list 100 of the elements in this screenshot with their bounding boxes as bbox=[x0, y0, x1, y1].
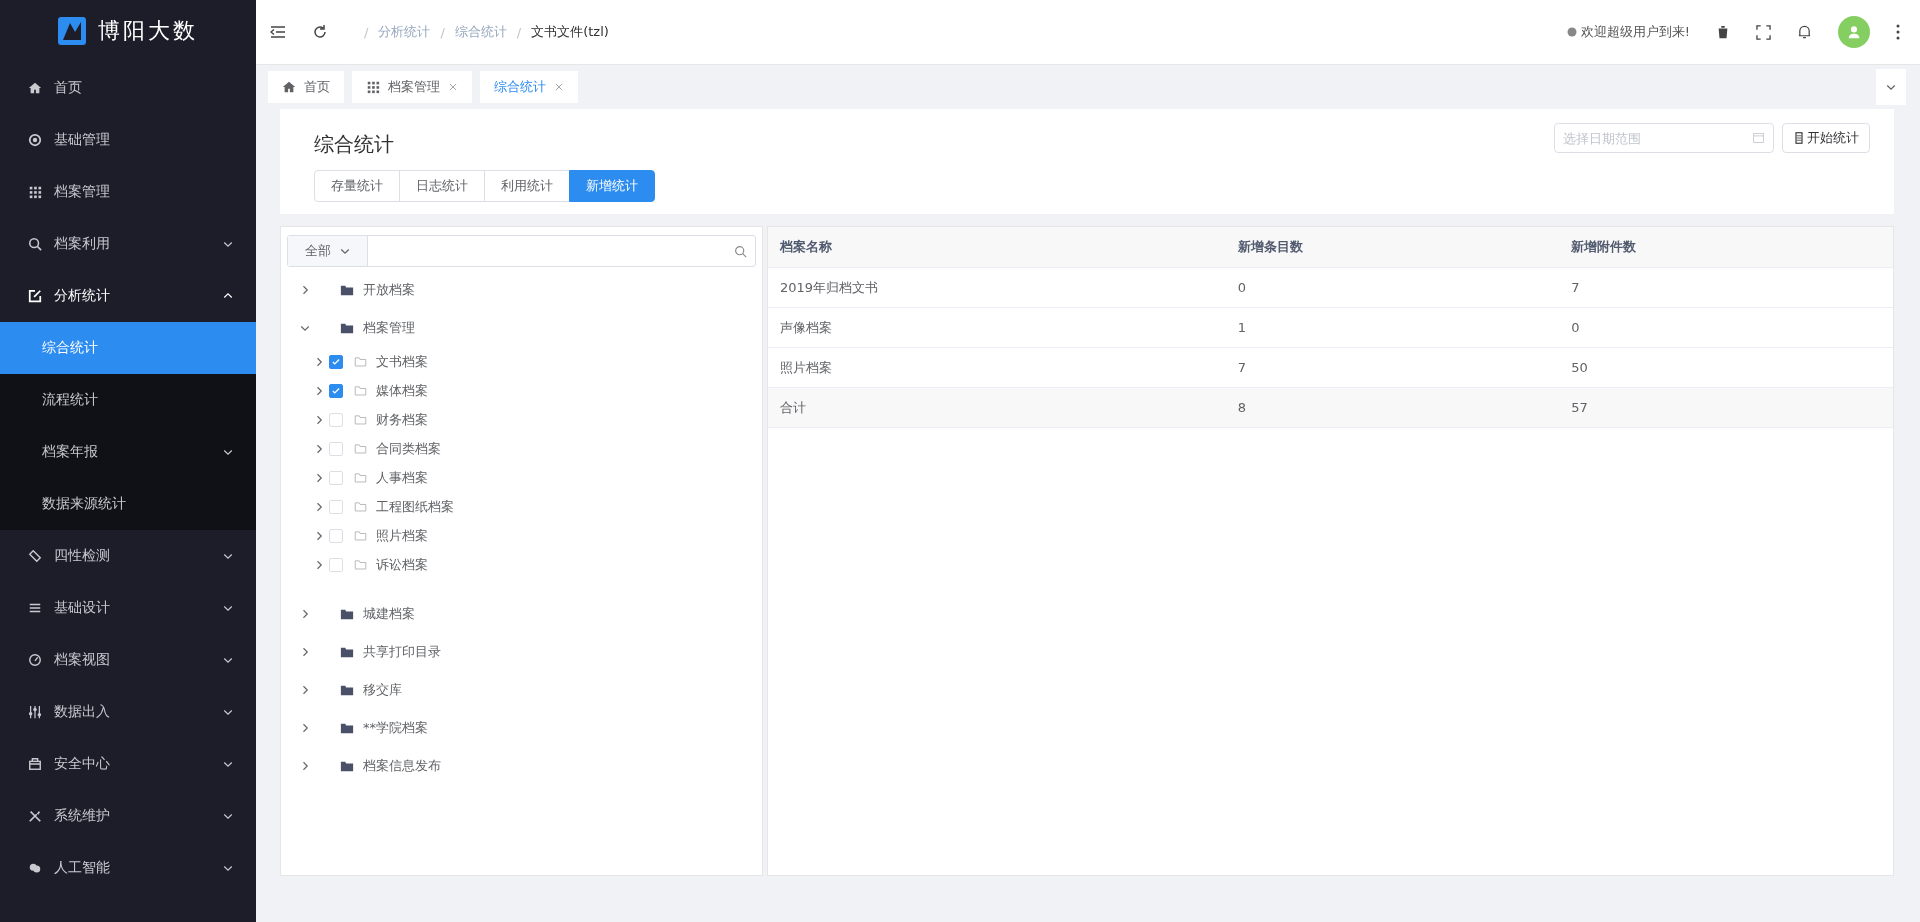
column-header: 档案名称 bbox=[768, 227, 1226, 268]
menu-icon bbox=[270, 24, 286, 40]
date-range-field[interactable]: 选择日期范围 bbox=[1554, 123, 1774, 153]
start-button[interactable]: 开始统计 bbox=[1782, 123, 1870, 153]
checkbox[interactable] bbox=[329, 354, 343, 369]
tree-node[interactable]: 照片档案 bbox=[287, 521, 756, 550]
folder-icon bbox=[353, 355, 368, 368]
logo-icon bbox=[58, 17, 86, 45]
blob-icon bbox=[28, 861, 42, 875]
trash-icon bbox=[1716, 24, 1730, 40]
status-dot-icon bbox=[1566, 27, 1577, 37]
tree-node[interactable]: 移交库 bbox=[287, 671, 756, 709]
sidebar-item[interactable]: 基础管理 bbox=[0, 114, 256, 166]
total-cell: 合计 bbox=[768, 387, 1226, 428]
sidebar-item[interactable]: 数据出入 bbox=[0, 686, 256, 738]
table-cell: 50 bbox=[1559, 347, 1893, 388]
tree-node[interactable]: 档案信息发布 bbox=[287, 747, 756, 785]
tree-node[interactable]: 工程图纸档案 bbox=[287, 492, 756, 521]
folder-icon bbox=[339, 607, 355, 621]
folder-icon bbox=[353, 384, 368, 397]
calendar-icon bbox=[1752, 131, 1765, 144]
folder-icon bbox=[339, 321, 355, 335]
breadcrumb[interactable]: 文书文件(tzl) bbox=[531, 23, 609, 41]
welcome-text: 欢迎超级用户到来! bbox=[1580, 23, 1690, 41]
home-icon bbox=[282, 80, 296, 94]
sidebar-item[interactable]: 综合统计 bbox=[0, 322, 256, 374]
total-cell: 8 bbox=[1225, 387, 1560, 428]
stat-tab[interactable]: 存量统计 bbox=[314, 170, 400, 202]
fullscreen-icon bbox=[1756, 24, 1771, 40]
sidebar-item[interactable]: 数据来源统计 bbox=[0, 478, 256, 530]
sliders-icon bbox=[28, 705, 42, 719]
folder-icon bbox=[339, 759, 355, 773]
breadcrumb-separator: / bbox=[364, 24, 369, 40]
sidebar-item[interactable]: 档案视图 bbox=[0, 634, 256, 686]
page-tab[interactable]: 首页 bbox=[268, 71, 344, 103]
stat-tab[interactable]: 日志统计 bbox=[399, 170, 485, 202]
sidebar-item[interactable]: 安全中心 bbox=[0, 738, 256, 790]
checkbox[interactable] bbox=[329, 383, 343, 398]
edit-icon bbox=[28, 289, 42, 303]
menu-fold-icon[interactable] bbox=[270, 24, 286, 40]
grid-icon bbox=[366, 80, 380, 94]
sidebar-item[interactable]: 档案年报 bbox=[0, 426, 256, 478]
page-tab[interactable]: 档案管理 bbox=[352, 71, 472, 103]
calculator-icon bbox=[1793, 131, 1805, 145]
tree-node[interactable]: 财务档案 bbox=[287, 405, 756, 434]
table-cell: 0 bbox=[1225, 267, 1560, 308]
search-icon bbox=[28, 237, 42, 251]
stat-tab[interactable]: 利用统计 bbox=[484, 170, 570, 202]
close-icon bbox=[448, 82, 458, 92]
sidebar-item[interactable]: 流程统计 bbox=[0, 374, 256, 426]
sidebar-item[interactable]: 系统维护 bbox=[0, 790, 256, 842]
close-icon bbox=[554, 82, 564, 92]
sidebar-item[interactable]: 分析统计 bbox=[0, 270, 256, 322]
breadcrumb-separator: / bbox=[516, 24, 522, 40]
aperture-icon bbox=[28, 133, 42, 147]
tree-node[interactable]: 人事档案 bbox=[287, 463, 756, 492]
brand-name: 博阳大数 bbox=[98, 17, 198, 45]
person-icon bbox=[1847, 25, 1861, 39]
tree-node[interactable]: **学院档案 bbox=[287, 709, 756, 747]
table-cell: 2019年归档文书 bbox=[768, 267, 1226, 308]
more-icon bbox=[1896, 24, 1900, 40]
folder-icon bbox=[339, 721, 355, 735]
table-cell: 7 bbox=[1225, 347, 1560, 388]
table-cell: 7 bbox=[1559, 267, 1893, 308]
check-icon bbox=[331, 356, 341, 367]
tree-node[interactable]: 合同类档案 bbox=[287, 434, 756, 463]
column-header: 新增附件数 bbox=[1559, 227, 1893, 268]
stat-tab[interactable]: 新增统计 bbox=[569, 170, 655, 202]
tree-node[interactable]: 城建档案 bbox=[287, 595, 756, 633]
folder-icon bbox=[353, 558, 368, 571]
sidebar-item[interactable]: 档案利用 bbox=[0, 218, 256, 270]
tree-node[interactable]: 共享打印目录 bbox=[287, 633, 756, 671]
tree-node[interactable]: 档案管理 bbox=[287, 309, 756, 347]
check-icon bbox=[331, 385, 341, 396]
sidebar-item[interactable]: 四性检测 bbox=[0, 530, 256, 582]
tree-node[interactable]: 开放档案 bbox=[287, 271, 756, 309]
page-title: 综合统计 bbox=[314, 131, 395, 158]
tree-node[interactable]: 媒体档案 bbox=[287, 376, 756, 405]
grid-icon bbox=[28, 185, 42, 199]
tabs-dropdown-button[interactable] bbox=[1876, 69, 1906, 105]
folder-icon bbox=[339, 645, 355, 659]
sidebar-item[interactable]: 首页 bbox=[0, 62, 256, 114]
sidebar-item[interactable]: 基础设计 bbox=[0, 582, 256, 634]
tree-node[interactable]: 诉讼档案 bbox=[287, 550, 756, 579]
total-cell: 57 bbox=[1559, 387, 1893, 428]
bell-icon bbox=[1797, 24, 1812, 40]
tag-icon bbox=[28, 549, 42, 563]
page-tab[interactable]: 综合统计 bbox=[480, 71, 578, 103]
user-avatar[interactable] bbox=[1838, 16, 1870, 48]
sidebar-item[interactable]: 人工智能 bbox=[0, 842, 256, 894]
gauge-icon bbox=[28, 653, 42, 667]
refresh-icon bbox=[312, 24, 328, 40]
lines-icon bbox=[28, 601, 42, 615]
sidebar-item[interactable]: 档案管理 bbox=[0, 166, 256, 218]
folder-icon bbox=[353, 500, 368, 513]
breadcrumb-separator: / bbox=[440, 24, 445, 40]
home-icon bbox=[28, 81, 42, 95]
column-header: 新增条目数 bbox=[1225, 227, 1560, 268]
tree-node[interactable]: 文书档案 bbox=[287, 347, 756, 376]
folder-icon bbox=[353, 413, 368, 426]
